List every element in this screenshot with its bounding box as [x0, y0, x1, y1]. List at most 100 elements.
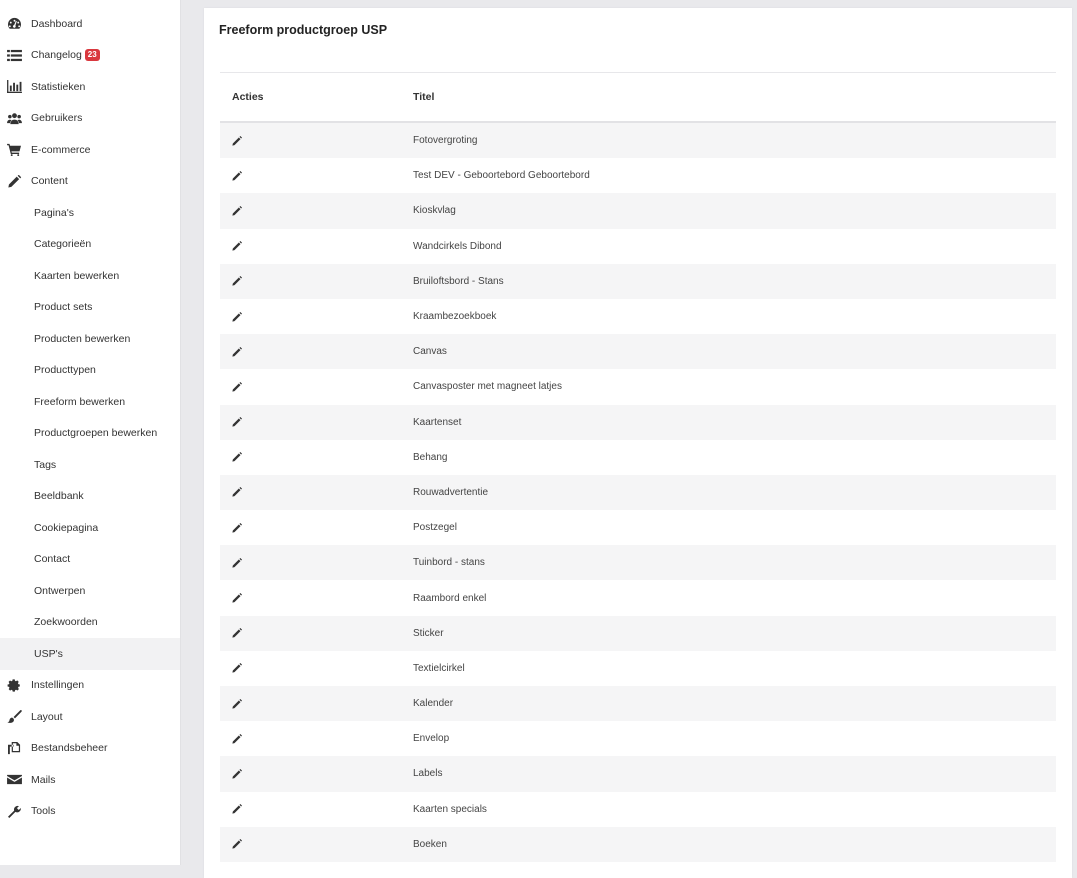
row-actions [220, 698, 400, 709]
sidebar-item-mails[interactable]: Mails [0, 764, 180, 796]
edit-pencil-icon[interactable] [232, 839, 400, 849]
brush-icon [5, 710, 23, 724]
sidebar-item-producten-bewerken[interactable]: Producten bewerken [0, 323, 180, 355]
edit-pencil-icon[interactable] [232, 452, 400, 462]
sidebar-item-label: E-commerce [31, 143, 91, 156]
edit-pencil-icon[interactable] [232, 557, 400, 568]
edit-pencil-icon[interactable] [232, 170, 400, 181]
sidebar-item-gebruikers[interactable]: Gebruikers [0, 103, 180, 135]
row-actions [220, 170, 400, 181]
edit-pencil-icon[interactable] [232, 487, 400, 498]
files-icon [5, 741, 23, 755]
row-title: Behang [413, 451, 448, 463]
table-row: Rouwadvertentie [220, 474, 1056, 511]
sidebar-item-cookiepagina[interactable]: Cookiepagina [0, 512, 180, 544]
sidebar-item-bestandsbeheer[interactable]: Bestandsbeheer [0, 733, 180, 765]
sidebar-item-kaarten-bewerken[interactable]: Kaarten bewerken [0, 260, 180, 292]
sidebar-item-usps[interactable]: USP's [0, 638, 180, 670]
sidebar-item-label: Product sets [34, 301, 93, 314]
sidebar-item-tags[interactable]: Tags [0, 449, 180, 481]
sidebar-item-instellingen[interactable]: Instellingen [0, 670, 180, 702]
row-title: Kaartenset [413, 416, 462, 428]
row-actions [220, 522, 400, 533]
bar-chart-icon [5, 80, 23, 94]
edit-pencil-icon[interactable] [232, 593, 400, 603]
sidebar-item-paginas[interactable]: Pagina's [0, 197, 180, 229]
column-header-titel: Titel [413, 91, 435, 103]
sidebar-item-label: Categorieën [34, 238, 92, 251]
edit-pencil-icon[interactable] [232, 381, 400, 392]
edit-pencil-icon[interactable] [232, 663, 400, 673]
edit-pencil-icon[interactable] [232, 804, 400, 814]
sidebar-item-statistieken[interactable]: Statistieken [0, 71, 180, 103]
sidebar-item-contact[interactable]: Contact [0, 544, 180, 576]
edit-pencil-icon[interactable] [232, 241, 400, 251]
table-row: Kalender [220, 686, 1056, 722]
sidebar-item-producttypen[interactable]: Producttypen [0, 355, 180, 387]
sidebar-item-label: Producttypen [34, 364, 96, 377]
usp-table: Acties Titel Fotovergroting Test DEV - Ge… [220, 72, 1056, 862]
row-actions [220, 733, 400, 744]
table-row: Tuinbord - stans [220, 545, 1056, 581]
list-icon [5, 48, 23, 62]
row-actions [220, 346, 400, 357]
sidebar-item-label: Tags [34, 458, 57, 471]
row-title: Wandcirkels Dibond [413, 240, 502, 252]
sidebar-item-product-sets[interactable]: Product sets [0, 292, 180, 324]
sidebar-item-zoekwoorden[interactable]: Zoekwoorden [0, 607, 180, 639]
row-actions [220, 839, 400, 849]
sidebar-item-label: Layout [31, 710, 63, 723]
edit-pencil-icon[interactable] [232, 417, 400, 427]
row-title: Bruiloftsbord - Stans [413, 275, 504, 287]
sidebar-item-label: Freeform bewerken [34, 395, 126, 408]
sidebar-item-categorieen[interactable]: Categorieën [0, 229, 180, 261]
edit-pencil-icon[interactable] [232, 733, 400, 744]
table-header: Acties Titel [220, 73, 1056, 123]
table-row: Labels [220, 756, 1056, 792]
table-row: Boeken [220, 826, 1056, 862]
row-title: Postzegel [413, 522, 457, 534]
main-panel: Freeform productgroep USP Acties Titel F… [204, 8, 1072, 878]
sidebar-item-label: Instellingen [31, 679, 85, 692]
sidebar: Dashboard Changelog 23 Statistieken Gebruike… [0, 0, 181, 865]
envelope-icon [5, 773, 23, 787]
sidebar-item-label: Content [31, 175, 68, 188]
edit-pencil-icon[interactable] [232, 311, 400, 322]
sidebar-item-ontwerpen[interactable]: Ontwerpen [0, 575, 180, 607]
sidebar-item-label: Ontwerpen [34, 584, 86, 597]
table-row: Kaarten specials [220, 791, 1056, 827]
sidebar-item-tools[interactable]: Tools [0, 796, 180, 828]
sidebar-item-content[interactable]: Content [0, 166, 180, 198]
edit-pencil-icon[interactable] [232, 698, 400, 709]
sidebar-item-layout[interactable]: Layout [0, 701, 180, 733]
sidebar-item-label: Dashboard [31, 17, 83, 30]
sidebar-item-beeldbank[interactable]: Beeldbank [0, 481, 180, 513]
sidebar-item-dashboard[interactable]: Dashboard [0, 8, 180, 40]
sidebar-item-label: Mails [31, 773, 56, 786]
table-row: Raambord enkel [220, 580, 1056, 616]
edit-pencil-icon[interactable] [232, 205, 400, 216]
sidebar-item-productgroepen-bewerken[interactable]: Productgroepen bewerken [0, 418, 180, 450]
sidebar-item-label: Cookiepagina [34, 521, 99, 534]
table-row: Textielcirkel [220, 650, 1056, 686]
row-actions [220, 417, 400, 427]
sidebar-item-freeform-bewerken[interactable]: Freeform bewerken [0, 386, 180, 418]
row-title: Textielcirkel [413, 662, 465, 674]
edit-pencil-icon[interactable] [232, 135, 400, 146]
row-title: Envelop [413, 733, 450, 745]
sidebar-item-e-commerce[interactable]: E-commerce [0, 134, 180, 166]
edit-pencil-icon[interactable] [232, 346, 400, 357]
sidebar-item-changelog[interactable]: Changelog 23 [0, 40, 180, 72]
edit-pencil-icon[interactable] [232, 522, 400, 533]
gear-icon [5, 678, 23, 692]
sidebar-item-label: Producten bewerken [34, 332, 131, 345]
edit-pencil-icon[interactable] [232, 628, 400, 638]
row-title: Kalender [413, 698, 454, 710]
row-actions [220, 311, 400, 322]
edit-pencil-icon[interactable] [232, 768, 400, 779]
wrench-icon [5, 804, 23, 818]
row-actions [220, 381, 400, 392]
row-title: Tuinbord - stans [413, 557, 485, 569]
edit-pencil-icon[interactable] [232, 276, 400, 286]
row-actions [220, 663, 400, 673]
